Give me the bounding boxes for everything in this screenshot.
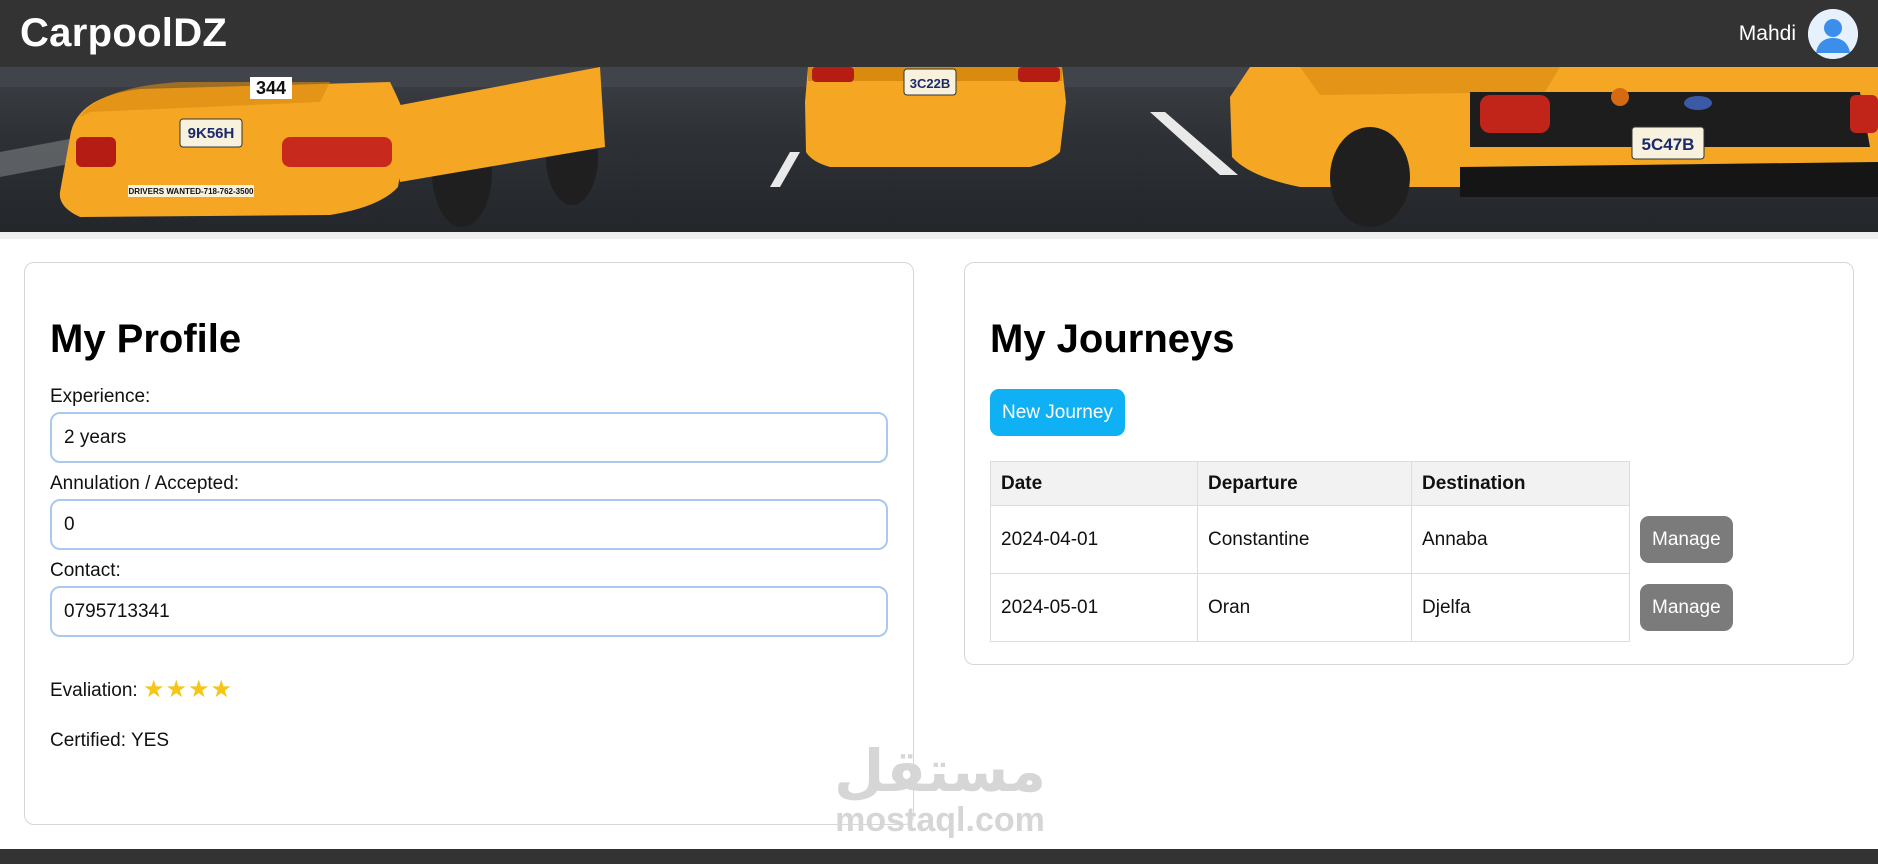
experience-input[interactable] — [50, 412, 888, 463]
contact-label: Contact: — [50, 560, 121, 581]
contact-input[interactable] — [50, 586, 888, 637]
cell-departure: Constantine — [1197, 505, 1412, 574]
brand-logo[interactable]: CarpoolDZ — [20, 11, 227, 56]
decal-text: DRIVERS WANTED-718-762-3500 — [129, 187, 254, 196]
cell-actions: Manage — [1630, 506, 1744, 574]
profile-card: My Profile Experience: Annulation / Acce… — [24, 262, 914, 825]
evaluation-row: Evaliation: ★★★★ — [50, 675, 888, 704]
table-row: 2024-04-01 Constantine Annaba Manage — [990, 505, 1744, 574]
annulation-input[interactable] — [50, 499, 888, 550]
cell-destination: Annaba — [1411, 505, 1630, 574]
footer-bar — [0, 849, 1878, 864]
experience-label: Experience: — [50, 386, 151, 407]
cell-destination: Djelfa — [1411, 573, 1630, 642]
star-rating-icon: ★★★★ — [142, 676, 234, 703]
user-name[interactable]: Mahdi — [1739, 22, 1796, 46]
journeys-title: My Journeys — [990, 317, 1235, 361]
journeys-card: My Journeys New Journey Date Departure D… — [964, 262, 1854, 665]
evaluation-label: Evaliation: — [50, 680, 138, 701]
column-header-actions — [1629, 461, 1744, 506]
certified-value: YES — [130, 730, 169, 751]
certified-label: Certified: — [50, 730, 127, 751]
profile-title: My Profile — [50, 317, 242, 361]
column-header-date[interactable]: Date — [990, 461, 1198, 506]
journeys-table: Date Departure Destination 2024-04-01 Co… — [990, 461, 1744, 642]
cell-actions: Manage — [1630, 574, 1744, 642]
manage-button[interactable]: Manage — [1640, 584, 1733, 631]
taxi-banner-image: 9K56H 344 DRIVERS WANTED-718-762-3500 3C… — [0, 67, 1878, 232]
plate-text: 5C47B — [1642, 135, 1695, 154]
plate-text: 9K56H — [188, 125, 235, 142]
new-journey-button[interactable]: New Journey — [990, 389, 1125, 436]
certified-row: Certified: YES — [50, 730, 888, 752]
table-header-row: Date Departure Destination — [990, 461, 1744, 506]
banner-divider — [0, 232, 1878, 239]
table-row: 2024-05-01 Oran Djelfa Manage — [990, 573, 1744, 642]
roof-number: 344 — [256, 78, 286, 98]
plate-text: 3C22B — [910, 76, 950, 91]
top-navbar: CarpoolDZ Mahdi — [0, 0, 1878, 67]
user-menu[interactable]: Mahdi — [1739, 8, 1858, 59]
cell-departure: Oran — [1197, 573, 1412, 642]
manage-button[interactable]: Manage — [1640, 516, 1733, 563]
cell-date: 2024-05-01 — [990, 573, 1198, 642]
column-header-destination[interactable]: Destination — [1411, 461, 1630, 506]
column-header-departure[interactable]: Departure — [1197, 461, 1412, 506]
annulation-label: Annulation / Accepted: — [50, 473, 240, 494]
user-avatar-icon[interactable] — [1808, 8, 1858, 59]
cell-date: 2024-04-01 — [990, 505, 1198, 574]
